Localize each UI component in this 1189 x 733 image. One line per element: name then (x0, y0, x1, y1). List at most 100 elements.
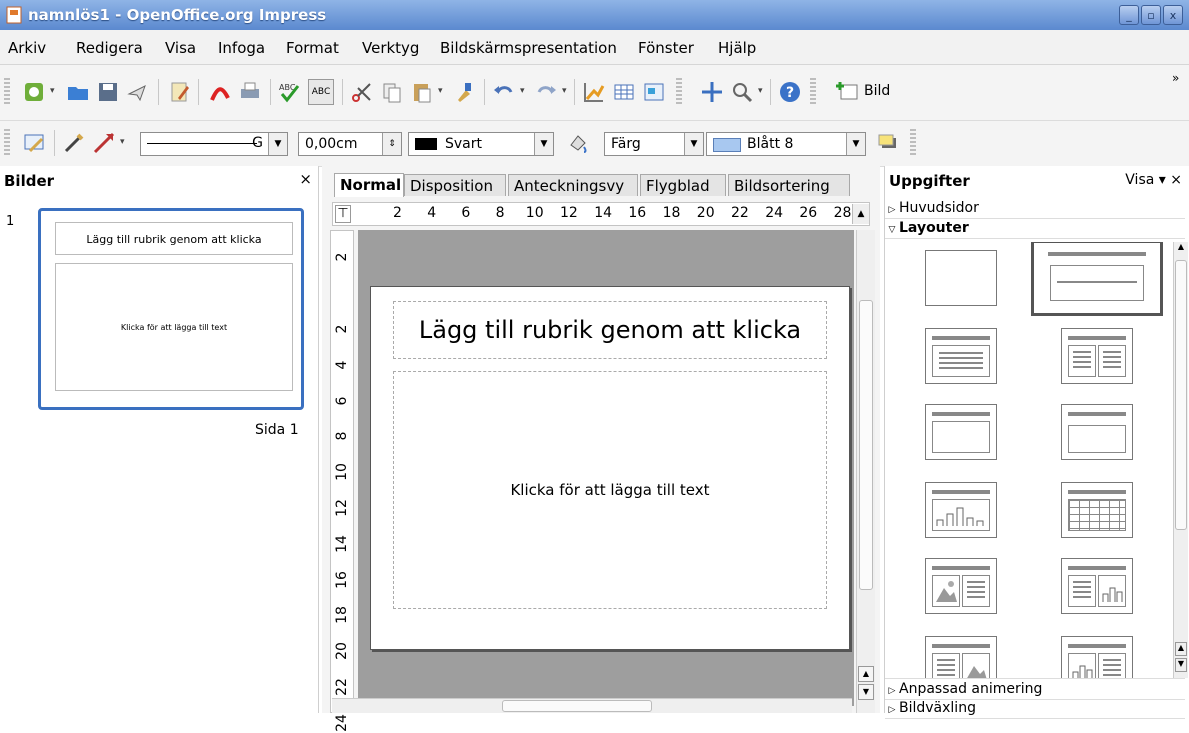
toolbar-grip[interactable] (910, 129, 916, 157)
zoom-dropdown-icon[interactable]: ▾ (758, 86, 763, 96)
undo-icon[interactable] (492, 80, 516, 104)
toolbar-grip[interactable] (4, 129, 10, 157)
menu-bildskarmspresentation[interactable]: Bildskärmspresentation (440, 39, 617, 57)
menu-verktyg[interactable]: Verktyg (362, 39, 419, 57)
tab-stop-icon[interactable]: ⊤ (335, 205, 351, 223)
menu-redigera[interactable]: Redigera (76, 39, 143, 57)
layout-chart-text[interactable] (1061, 636, 1133, 678)
layout-title-2-content[interactable] (1061, 328, 1133, 384)
navigator-icon[interactable] (700, 80, 724, 104)
open-folder-icon[interactable] (66, 80, 90, 104)
redo-dropdown-icon[interactable]: ▾ (562, 86, 567, 96)
section-layouter[interactable]: ▽ Layouter (885, 218, 1185, 239)
chevron-down-icon[interactable]: ▼ (268, 133, 287, 155)
chevron-down-icon[interactable]: ▾ (1159, 172, 1170, 188)
menu-infoga[interactable]: Infoga (218, 39, 265, 57)
toolbar-overflow-icon[interactable]: » (1172, 71, 1179, 85)
layout-blank[interactable] (925, 250, 997, 306)
chevron-down-icon[interactable]: ▼ (684, 133, 703, 155)
new-slide-label[interactable]: Bild (864, 83, 890, 99)
toolbar-grip[interactable] (4, 78, 10, 106)
undo-dropdown-icon[interactable]: ▾ (520, 86, 525, 96)
line-width-spinner[interactable]: 0,00cm ⇕ (298, 132, 402, 156)
copy-icon[interactable] (380, 80, 404, 104)
title-placeholder[interactable]: Lägg till rubrik genom att klicka (393, 301, 827, 359)
section-bildvaxling[interactable]: ▷ Bildväxling (885, 698, 1185, 719)
toolbar-grip[interactable] (810, 78, 816, 106)
chevron-down-icon[interactable]: ▼ (534, 133, 553, 155)
scroll-up-icon[interactable]: ▲ (852, 204, 869, 224)
layout-title-only[interactable] (925, 404, 997, 460)
menu-hjalp[interactable]: Hjälp (718, 39, 756, 57)
paste-dropdown-icon[interactable]: ▾ (438, 86, 443, 96)
tab-anteckningsvy[interactable]: Anteckningsvy (508, 174, 638, 196)
new-document-icon[interactable] (22, 80, 46, 104)
scrollbar-thumb[interactable] (502, 700, 652, 712)
scroll-up-icon[interactable]: ▲ (1175, 642, 1187, 656)
slide-thumbnail[interactable]: Lägg till rubrik genom att klicka Klicka… (38, 208, 304, 410)
edit-file-icon[interactable] (168, 80, 192, 104)
menu-visa[interactable]: Visa (165, 39, 196, 57)
cut-icon[interactable] (350, 80, 374, 104)
layout-title-content[interactable] (925, 328, 997, 384)
body-placeholder[interactable]: Klicka för att lägga till text (393, 371, 827, 609)
horizontal-scrollbar[interactable] (332, 698, 852, 713)
section-huvudsidor[interactable]: ▷ Huvudsidor (885, 198, 1185, 219)
table-icon[interactable] (612, 80, 636, 104)
layout-title-chart[interactable] (925, 482, 997, 538)
new-dropdown-icon[interactable]: ▾ (50, 86, 55, 96)
email-icon[interactable] (126, 80, 150, 104)
tab-normal[interactable]: Normal (334, 173, 404, 197)
vertical-scrollbar[interactable]: ▲ ▼ (856, 230, 875, 713)
view-menu[interactable]: Visa (1125, 172, 1154, 188)
layout-title-table[interactable] (1061, 482, 1133, 538)
line-icon[interactable] (62, 131, 86, 155)
section-anpassad-animering[interactable]: ▷ Anpassad animering (885, 678, 1185, 700)
zoom-icon[interactable] (730, 80, 754, 104)
layout-centered-text[interactable] (1061, 404, 1133, 460)
paste-icon[interactable] (410, 80, 434, 104)
minimize-button[interactable]: _ (1119, 5, 1139, 25)
close-icon[interactable]: × (1170, 172, 1182, 188)
area-fill-icon[interactable] (566, 131, 590, 155)
clone-formatting-icon[interactable] (452, 80, 476, 104)
menu-arkiv[interactable]: Arkiv (8, 39, 46, 57)
help-icon[interactable]: ? (778, 80, 802, 104)
tab-disposition[interactable]: Disposition (404, 174, 506, 196)
spellcheck-icon[interactable]: ABC (278, 80, 302, 104)
scroll-down-icon[interactable]: ▼ (1175, 658, 1187, 672)
print-icon[interactable] (238, 80, 262, 104)
insert-object-icon[interactable] (642, 80, 666, 104)
menu-format[interactable]: Format (286, 39, 339, 57)
close-window-button[interactable]: x (1163, 5, 1183, 25)
toolbar-grip[interactable] (676, 78, 682, 106)
line-style-select[interactable]: G ▼ (140, 132, 288, 156)
arrow-style-dropdown-icon[interactable]: ▾ (120, 137, 125, 147)
scrollbar-thumb[interactable] (1175, 260, 1187, 530)
area-color-select[interactable]: Blått 8 ▼ (706, 132, 866, 156)
autospellcheck-icon[interactable]: ABC (308, 79, 334, 105)
layout-text-clipart[interactable] (925, 636, 997, 678)
close-icon[interactable]: × (299, 170, 312, 188)
chart-icon[interactable] (582, 80, 606, 104)
shadow-icon[interactable] (876, 131, 900, 155)
tab-flygblad[interactable]: Flygblad (640, 174, 726, 196)
scroll-up-icon[interactable]: ▲ (1175, 242, 1187, 256)
save-icon[interactable] (96, 80, 120, 104)
scroll-up-icon[interactable]: ▲ (858, 666, 874, 682)
new-slide-icon[interactable] (836, 80, 860, 104)
tab-bildsortering[interactable]: Bildsortering (728, 174, 850, 196)
export-pdf-icon[interactable] (208, 80, 232, 104)
layout-text-chart[interactable] (1061, 558, 1133, 614)
chevron-down-icon[interactable]: ▼ (846, 133, 865, 155)
spin-arrows-icon[interactable]: ⇕ (382, 133, 401, 155)
layout-title-slide[interactable] (1031, 242, 1163, 316)
layout-scrollbar[interactable]: ▲ ▲ ▼ (1173, 242, 1188, 678)
scroll-down-icon[interactable]: ▼ (858, 684, 874, 700)
presentation-styles-icon[interactable] (22, 131, 46, 155)
line-color-select[interactable]: Svart ▼ (408, 132, 554, 156)
area-style-select[interactable]: Färg ▼ (604, 132, 704, 156)
scrollbar-thumb[interactable] (859, 300, 873, 590)
maximize-button[interactable]: ▫ (1141, 5, 1161, 25)
redo-icon[interactable] (534, 80, 558, 104)
